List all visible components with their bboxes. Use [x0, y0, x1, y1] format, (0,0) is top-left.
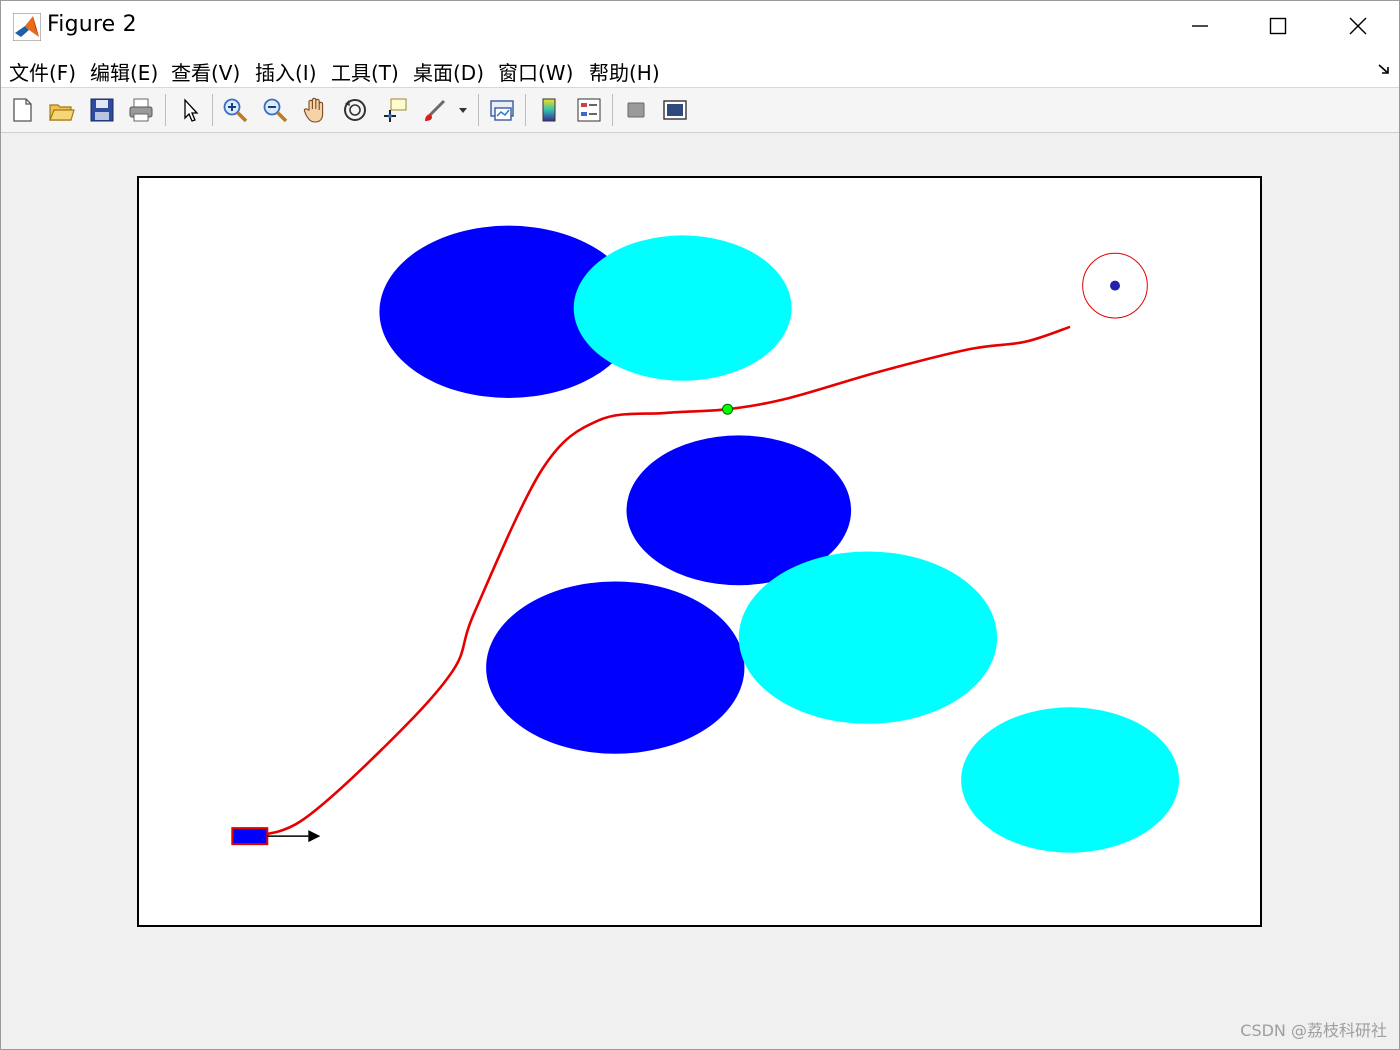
menu-help[interactable]: 帮助(H): [589, 57, 660, 86]
show-plot-tools-button[interactable]: [659, 94, 691, 126]
insert-colorbar-button[interactable]: [533, 94, 565, 126]
title-bar[interactable]: Figure 2: [1, 1, 1399, 51]
obstacle-circle: [961, 707, 1180, 853]
obstacle-circle: [573, 235, 792, 381]
menu-view[interactable]: 查看(V): [171, 57, 240, 86]
figure-window: Figure 2 文件(F) 编辑(E) 查看(V) 插入(I) 工具(T) 桌…: [0, 0, 1400, 1050]
minimize-button[interactable]: [1161, 1, 1239, 51]
waypoint-marker: [722, 403, 734, 415]
goal-point: [1110, 280, 1121, 291]
zoom-out-button[interactable]: [259, 94, 291, 126]
rotate-3d-button[interactable]: [339, 94, 371, 126]
link-plot-icon: [490, 100, 514, 121]
insert-legend-button[interactable]: [573, 94, 605, 126]
zoom-out-icon: [263, 98, 288, 123]
brush-dropdown[interactable]: [453, 94, 473, 126]
menu-edit[interactable]: 编辑(E): [90, 57, 158, 86]
maximize-icon: [1269, 17, 1287, 35]
watermark: CSDN @荔枝科研社: [1240, 1021, 1387, 1040]
maximize-button[interactable]: [1239, 1, 1317, 51]
chevron-down-icon: [459, 108, 467, 113]
menu-file[interactable]: 文件(F): [9, 57, 76, 86]
toolbar-separator: [612, 94, 613, 126]
menu-insert[interactable]: 插入(I): [255, 57, 317, 86]
figure-canvas: [1, 133, 1399, 1049]
insert-colorbar-icon: [542, 98, 556, 122]
insert-legend-icon: [577, 98, 601, 122]
close-button[interactable]: [1319, 1, 1397, 51]
menu-tools[interactable]: 工具(T): [331, 57, 399, 86]
dock-arrow-icon[interactable]: [1377, 63, 1391, 75]
edit-plot-button[interactable]: [174, 94, 206, 126]
pan-button[interactable]: [299, 94, 331, 126]
edit-plot-arrow-icon: [184, 98, 199, 122]
window-title: Figure 2: [47, 12, 137, 37]
toolbar-separator: [165, 94, 166, 126]
open-file-icon: [49, 104, 75, 121]
menu-window[interactable]: 窗口(W): [498, 57, 573, 86]
open-file-button[interactable]: [45, 94, 77, 126]
new-figure-icon: [13, 98, 32, 122]
save-button[interactable]: [86, 94, 118, 126]
show-plot-tools-icon: [663, 100, 687, 120]
data-cursor-button[interactable]: [379, 94, 411, 126]
menu-bar: 文件(F) 编辑(E) 查看(V) 插入(I) 工具(T) 桌面(D) 窗口(W…: [1, 51, 1399, 88]
hide-plot-tools-icon: [627, 102, 645, 118]
zoom-in-button[interactable]: [219, 94, 251, 126]
brush-button[interactable]: [419, 94, 451, 126]
toolbar-separator: [212, 94, 213, 126]
print-icon: [129, 98, 153, 122]
menu-desktop[interactable]: 桌面(D): [413, 57, 484, 86]
vehicle-body: [231, 827, 269, 846]
zoom-in-icon: [223, 98, 248, 123]
axes-plot[interactable]: [1, 133, 1399, 1049]
matlab-logo-icon: [13, 13, 41, 41]
save-icon: [90, 98, 114, 122]
brush-icon: [425, 99, 446, 121]
obstacle-circle: [738, 551, 998, 724]
obstacle-circle: [486, 581, 745, 754]
figure-toolbar: [1, 88, 1399, 133]
rotate-3d-icon: [344, 99, 366, 121]
pan-hand-icon: [303, 97, 324, 123]
toolbar-separator: [525, 94, 526, 126]
toolbar-separator: [478, 94, 479, 126]
minimize-icon: [1192, 25, 1208, 27]
print-button[interactable]: [125, 94, 157, 126]
hide-plot-tools-button[interactable]: [620, 94, 652, 126]
link-plot-button[interactable]: [486, 94, 518, 126]
data-cursor-icon: [384, 98, 407, 122]
new-figure-button[interactable]: [6, 94, 38, 126]
close-icon: [1349, 17, 1367, 35]
